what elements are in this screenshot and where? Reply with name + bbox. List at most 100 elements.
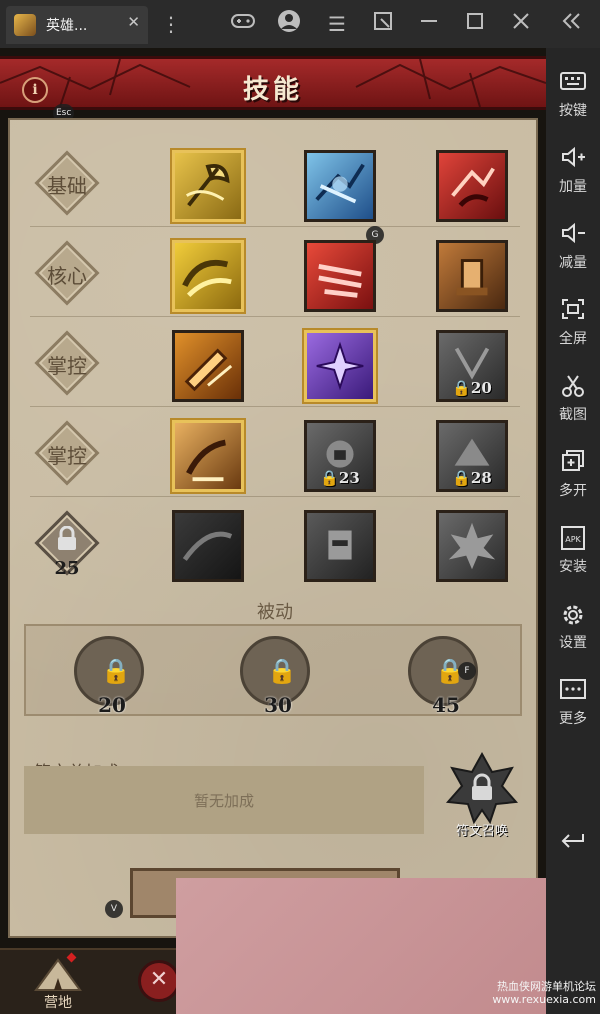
skill-core-rend[interactable]: [304, 240, 376, 312]
skill-ultimate-2[interactable]: [304, 510, 376, 582]
unlock-level: 🔒23: [320, 469, 360, 487]
tent-icon: [34, 952, 82, 991]
rune-summon-icon: [445, 751, 519, 825]
maximize-icon[interactable]: [460, 9, 490, 39]
back-arrow-icon: [546, 830, 600, 858]
row-divider: [30, 496, 520, 497]
skill-mastery-locked-2[interactable]: 🔒23: [304, 420, 376, 492]
row-label-core: 核心: [34, 240, 100, 306]
whirlwind-icon: [182, 259, 232, 298]
rune-empty-text: 暂无加成: [193, 792, 254, 810]
collapse-sidebar-icon[interactable]: [556, 9, 586, 39]
ice-slash-icon: [315, 163, 365, 204]
passive-slot-1[interactable]: 🔒 20: [74, 636, 144, 717]
row-label-basic: 基础: [34, 150, 100, 216]
volume-up-icon: [546, 146, 600, 174]
title-banner: i 技能: [0, 56, 546, 110]
scissors-icon: [546, 374, 600, 402]
skill-core-bash[interactable]: [436, 240, 508, 312]
v-key-hint: V: [105, 900, 123, 918]
sidebar-item-label: 截图: [559, 407, 587, 423]
dark-slash-icon: [182, 531, 233, 561]
app-icon: [14, 14, 36, 36]
close-panel-button[interactable]: ✕: [138, 960, 180, 1002]
skill-basic-fire-strike[interactable]: [436, 150, 508, 222]
passive-slot-2[interactable]: 🔒 30: [240, 636, 310, 717]
tab-title: 英雄...: [46, 18, 88, 34]
more-vertical-icon[interactable]: ⋮: [156, 9, 186, 39]
sidebar-item-label: 多开: [559, 483, 587, 499]
gear-icon: [546, 602, 600, 630]
fullscreen-icon: [546, 298, 600, 326]
rend-icon: [318, 263, 362, 298]
sidebar-item-settings[interactable]: 设置: [546, 602, 600, 652]
emulator-sidebar: 按键 加量 减量 全屏 截图 多开 APK 安装 设置 更多: [546, 48, 600, 1014]
shrink-window-icon[interactable]: [368, 9, 398, 39]
back-button[interactable]: [546, 830, 600, 858]
charge-icon: [184, 348, 233, 392]
spiked-burst-icon: [448, 522, 496, 570]
lock-icon: 🔒: [267, 657, 297, 685]
title-bar: 英雄... ✕ ⋮ ☰: [0, 0, 600, 48]
account-icon[interactable]: [274, 9, 304, 39]
ground-slam-icon: [186, 439, 227, 482]
sidebar-item-install[interactable]: APK 安装: [546, 526, 600, 576]
row-label-locked: 25: [34, 510, 100, 579]
rune-summon-button[interactable]: 符文召唤: [444, 750, 520, 839]
gamepad-icon[interactable]: [228, 9, 258, 39]
apk-install-icon: APK: [546, 526, 600, 554]
bash-icon: [456, 259, 488, 296]
sidebar-item-label: 安装: [559, 559, 587, 575]
row-divider: [30, 406, 520, 407]
skill-basic-axe[interactable]: [172, 150, 244, 222]
sidebar-item-label: 加量: [559, 179, 587, 195]
unlock-level: 🔒20: [452, 379, 492, 397]
close-icon[interactable]: [506, 9, 536, 39]
skill-mastery-ground-slam[interactable]: [172, 420, 244, 492]
sidebar-item-multi-open[interactable]: 多开: [546, 450, 600, 500]
skill-ultimate-1[interactable]: [172, 510, 244, 582]
lock-icon: 🔒: [101, 657, 131, 685]
axe-strike-icon: [185, 164, 230, 207]
minimize-icon[interactable]: [414, 9, 444, 39]
sidebar-item-label: 全屏: [559, 331, 587, 347]
skill-mastery-locked-3[interactable]: 🔒28: [436, 420, 508, 492]
keyboard-icon: [546, 70, 600, 98]
lock-icon: [36, 525, 98, 557]
page-title: 技能: [242, 75, 303, 105]
row-divider: [30, 316, 520, 317]
sidebar-item-keymap[interactable]: 按键: [546, 70, 600, 120]
sidebar-item-screenshot[interactable]: 截图: [546, 374, 600, 424]
apk-text: APK: [565, 535, 581, 544]
skill-basic-ice[interactable]: [304, 150, 376, 222]
game-viewport: i 技能 Esc 基础 核心 掌控 掌控 25 G 🔒20 🔒23 🔒28 被动…: [0, 48, 546, 1014]
row-divider: [30, 226, 520, 227]
berserker-icon: [328, 530, 352, 560]
skill-mastery-charge[interactable]: [172, 330, 244, 402]
f-key-hint: F: [458, 662, 476, 680]
sidebar-item-label: 按键: [559, 103, 587, 119]
multi-open-icon: [546, 450, 600, 478]
sidebar-item-label: 减量: [559, 255, 587, 271]
tab-close-button[interactable]: ✕: [127, 13, 140, 31]
passive-slots-box: 🔒 20 🔒 30 🔒 45 F: [24, 624, 522, 717]
skill-ultimate-3[interactable]: [436, 510, 508, 582]
skill-mastery-locked-1[interactable]: 🔒20: [436, 330, 508, 402]
row-label-mastery-1: 掌控: [34, 330, 100, 396]
menu-icon[interactable]: ☰: [322, 9, 352, 39]
sidebar-item-label: 设置: [559, 635, 587, 651]
sidebar-item-volume-up[interactable]: 加量: [546, 146, 600, 196]
skills-panel: 基础 核心 掌控 掌控 25 G 🔒20 🔒23 🔒28 被动 🔒 20 🔒 3…: [8, 118, 538, 938]
app-tab[interactable]: 英雄... ✕: [6, 6, 148, 44]
rune-bonus-box: 暂无加成: [24, 766, 424, 834]
skill-core-whirlwind[interactable]: [172, 240, 244, 312]
skill-mastery-shadow[interactable]: [304, 330, 376, 402]
unlock-level: 🔒28: [452, 469, 492, 487]
sidebar-item-label: 更多: [559, 711, 587, 727]
sidebar-item-fullscreen[interactable]: 全屏: [546, 298, 600, 348]
sidebar-item-volume-down[interactable]: 减量: [546, 222, 600, 272]
camp-button[interactable]: 营地: [28, 952, 88, 1012]
shadow-burst-icon: [316, 341, 364, 391]
watermark: 热血侠网游单机论坛 www.rexuexia.com: [492, 980, 596, 1006]
sidebar-item-more[interactable]: 更多: [546, 678, 600, 728]
